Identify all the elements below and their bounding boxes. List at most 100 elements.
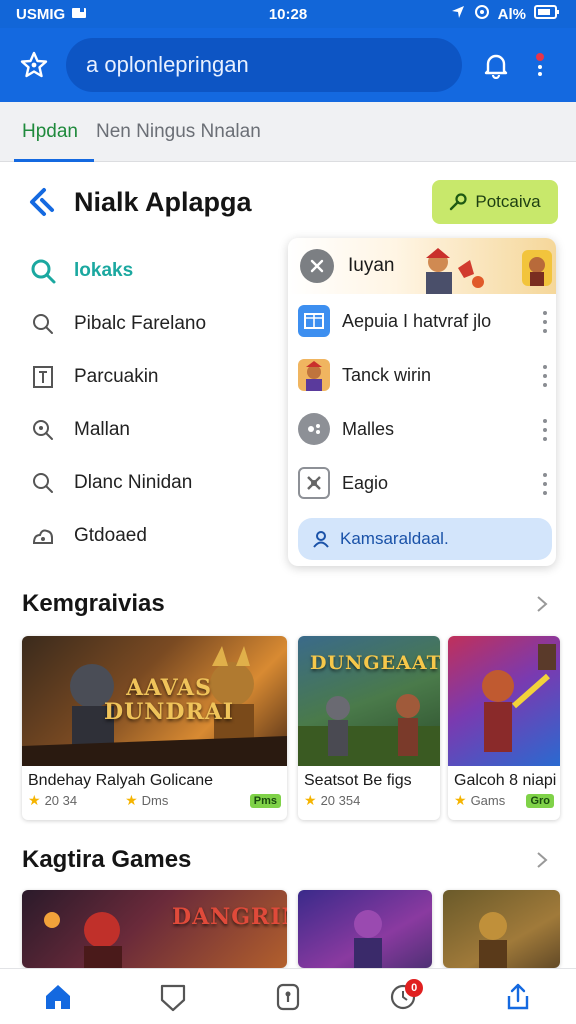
carrier-label: USMIG [16,5,66,23]
game-art-title: DUNGEAAT [310,652,440,674]
star-icon: ★ [304,792,317,808]
see-more-button[interactable] [532,850,552,870]
section-header: Kemgraivias [22,584,552,624]
tab-nen-ningus[interactable]: Nen Ningus Nnalan [96,102,261,162]
more-vertical-icon[interactable] [542,473,548,495]
popup-item-label: Aepuia I hatvraf jlo [342,310,492,331]
popup-item[interactable]: Tanck wirin [288,348,556,402]
battery-icon [534,5,560,23]
menu-item-label: lokaks [74,259,134,281]
menu-item-mallan[interactable]: Mallan [28,403,288,456]
battery-percent: Al% [497,5,526,23]
nav-share-button[interactable] [496,975,540,1019]
menu-item-gtdoaed[interactable]: Gtdoaed [28,509,288,562]
menu-item-label: Pibalc Farelano [74,312,207,334]
see-more-button[interactable] [532,594,552,614]
hero-thumbnail[interactable] [522,250,552,286]
game-card[interactable] [298,890,432,968]
bell-icon [484,54,508,79]
star-icon: ★ [28,792,41,808]
star-icon: ★ [454,792,467,808]
game-meta: ★ 20 34 ★ Dms Pms [22,790,287,811]
chevron-right-icon [537,596,548,612]
search-query: a oplonlepringan [86,52,249,77]
popup-account-button[interactable]: Kamsaraldaal. [298,518,552,560]
close-icon [310,259,324,273]
hero-character-image [426,248,484,294]
nav-shield-button[interactable] [151,975,195,1019]
notification-badge: 0 [405,978,424,997]
more-vertical-icon[interactable] [542,419,548,441]
menu-item-parcuakin[interactable]: Parcuakin [28,350,288,403]
popup-item[interactable]: Eagio [288,456,556,510]
home-icon [45,984,70,1009]
app-bar: a oplonlepringan [0,28,576,102]
nav-home-button[interactable] [36,975,80,1019]
notifications-button[interactable] [474,43,518,87]
menu-item-label: Gtdoaed [74,524,147,546]
menu-item-pibalc[interactable]: Pibalc Farelano [28,297,288,350]
bottom-navigation: 0 [0,968,576,1024]
cloud-user-icon [28,521,58,551]
game-rating: Gams [470,793,506,808]
search-input[interactable]: a oplonlepringan [66,38,462,92]
game-card[interactable]: Galcoh 8 niapi ★ Gams Gro [448,636,560,820]
puzzle-icon [298,467,330,499]
game-card[interactable]: DANGRIM [22,890,287,968]
menu-item-label: Dlanc Ninidan [74,471,193,493]
quick-menu-popup: Iuyan Aepuia I hatvraf jlo Tanck wirin M… [288,238,556,566]
star-icon: ★ [125,792,138,808]
search-icon [28,468,58,498]
game-art-image: DANGRIM [22,890,287,968]
status-bar: USMIG 10:28 Al% [0,0,576,28]
game-installs: Dms [141,793,169,808]
tab-bar: Hpdan Nen Ningus Nnalan [0,102,576,162]
game-meta: ★ 20 354 [298,790,440,811]
game-rating: 20 354 [320,793,361,808]
more-vertical-icon[interactable] [542,365,548,387]
gamepad-icon [298,413,330,445]
side-menu: lokaks Pibalc Farelano Parcuakin Mallan … [28,244,288,562]
game-card[interactable] [443,890,560,968]
nav-lock-button[interactable] [266,975,310,1019]
favorites-button[interactable] [14,45,54,85]
game-card[interactable]: AAVAS DUNDRAI Bndehay Ralyah Golicane ★ … [22,636,287,820]
menu-item-lokaks[interactable]: lokaks [28,244,288,297]
game-name: Bndehay Ralyah Golicane [28,772,214,789]
document-icon [28,362,58,392]
popup-item[interactable]: Aepuia I hatvraf jlo [288,294,556,348]
game-name: Galcoh 8 niapi [454,772,557,789]
popup-item[interactable]: Malles [288,402,556,456]
download-label: Potcaiva [475,192,541,211]
popup-item-label: Tanck wirin [342,364,432,385]
tab-hpdan[interactable]: Hpdan [14,102,94,162]
close-button[interactable] [300,249,334,283]
chevron-right-icon [537,852,548,868]
popup-title: Iuyan [348,255,395,276]
location-icon [450,4,466,24]
more-menu-button[interactable] [522,43,558,87]
sim-icon [71,6,87,23]
page-title: Nialk Aplapga [74,186,252,217]
zoom-icon [28,415,58,445]
shield-icon [160,984,185,1011]
page-header: Nialk Aplapga Potcaiva [0,172,576,232]
game-badge: Pms [249,793,281,808]
popup-action-label: Kamsaraldaal. [340,529,449,548]
game-art-title: AAVAS DUNDRAI [104,675,235,725]
game-name: Seatsot Be figs [304,772,412,789]
back-button[interactable] [24,184,60,220]
game-card[interactable]: DUNGEAAT Seatsot Be figs ★ 20 354 [298,636,440,820]
more-vertical-icon[interactable] [542,311,548,333]
person-icon [313,531,329,548]
popup-header: Iuyan [288,238,556,294]
menu-item-label: Mallan [74,418,130,440]
menu-item-dlanc[interactable]: Dlanc Ninidan [28,456,288,509]
section-title: Kagtira Games [22,846,192,873]
download-button[interactable]: Potcaiva [432,180,558,224]
more-vertical-icon [536,53,544,76]
popup-item-label: Eagio [342,472,389,493]
game-badge: Gro [526,793,554,808]
key-icon [450,193,467,211]
nav-activity-button[interactable]: 0 [381,975,425,1019]
